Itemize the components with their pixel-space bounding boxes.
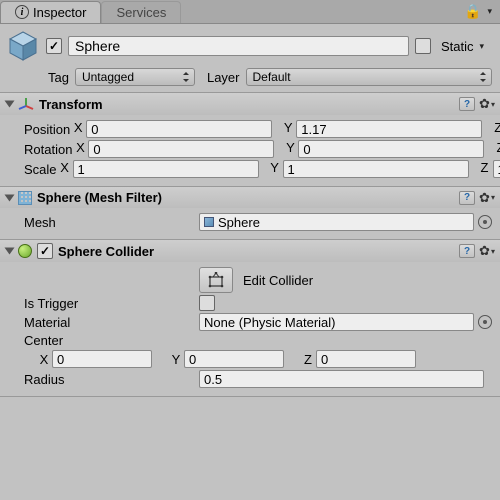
transform-component: Transform ? ✿▾ Position X Y Z Rotation X… [0,93,500,187]
radius-field[interactable] [199,370,484,388]
object-header: Static ▾ [0,24,500,66]
panel-menu[interactable]: ▾ [487,6,492,17]
static-checkbox[interactable] [415,38,431,54]
scale-y[interactable] [283,160,469,178]
gear-icon[interactable]: ✿▾ [480,191,494,205]
tag-label: Tag [48,70,69,85]
mesh-icon [204,217,214,227]
static-label: Static [441,39,474,54]
foldout-icon[interactable] [5,194,15,201]
tag-select[interactable]: Untagged [75,68,195,86]
tab-bar: i Inspector Services 🔒 ▾ [0,0,500,24]
component-header[interactable]: Sphere Collider ? ✿▾ [0,240,500,262]
tag-layer-row: Tag Untagged Layer Default [0,66,500,93]
layer-select[interactable]: Default [246,68,493,86]
object-name-input[interactable] [68,36,409,56]
help-icon[interactable]: ? [459,97,475,111]
center-x[interactable] [52,350,152,368]
sphere-collider-icon [18,244,32,258]
component-enabled-checkbox[interactable] [37,243,53,259]
foldout-icon[interactable] [5,101,15,108]
object-picker-icon[interactable] [478,215,492,229]
material-label: Material [24,315,199,330]
rotation-y[interactable] [298,140,484,158]
gameobject-icon[interactable] [6,29,40,63]
help-icon[interactable]: ? [459,191,475,205]
tab-label: Services [116,5,166,20]
center-z[interactable] [316,350,416,368]
is-trigger-label: Is Trigger [24,296,199,311]
enabled-checkbox[interactable] [46,38,62,54]
component-title: Sphere (Mesh Filter) [37,190,454,205]
center-y[interactable] [184,350,284,368]
component-title: Sphere Collider [58,244,454,259]
rotation-label: Rotation [24,142,72,157]
scale-z[interactable] [493,160,500,178]
sphere-collider-component: Sphere Collider ? ✿▾ Edit Collider Is Tr… [0,240,500,397]
component-header[interactable]: Transform ? ✿▾ [0,93,500,115]
mesh-filter-icon [18,191,32,205]
tab-label: Inspector [33,5,86,20]
rotation-x[interactable] [88,140,274,158]
gear-icon[interactable]: ✿▾ [480,244,494,258]
info-icon: i [15,5,29,19]
mesh-label: Mesh [24,215,199,230]
edit-collider-button[interactable] [199,267,233,293]
gear-icon[interactable]: ✿▾ [480,97,494,111]
static-dropdown[interactable]: ▾ [479,41,484,52]
scale-x[interactable] [73,160,259,178]
radius-label: Radius [24,372,199,387]
layer-label: Layer [207,70,240,85]
center-label: Center [24,333,199,348]
scale-label: Scale [24,162,57,177]
position-label: Position [24,122,70,137]
position-x[interactable] [86,120,272,138]
lock-icon[interactable]: 🔒 [464,3,481,20]
help-icon[interactable]: ? [459,244,475,258]
foldout-icon[interactable] [5,248,15,255]
component-header[interactable]: Sphere (Mesh Filter) ? ✿▾ [0,187,500,208]
object-picker-icon[interactable] [478,315,492,329]
edit-collider-label: Edit Collider [243,273,313,288]
component-title: Transform [39,97,454,112]
position-y[interactable] [296,120,482,138]
mesh-filter-component: Sphere (Mesh Filter) ? ✿▾ Mesh Sphere [0,187,500,240]
transform-icon [18,96,34,112]
material-field[interactable]: None (Physic Material) [199,313,474,331]
mesh-field[interactable]: Sphere [199,213,474,231]
is-trigger-checkbox[interactable] [199,295,215,311]
tab-inspector[interactable]: i Inspector [0,1,101,23]
tab-services[interactable]: Services [101,1,181,23]
